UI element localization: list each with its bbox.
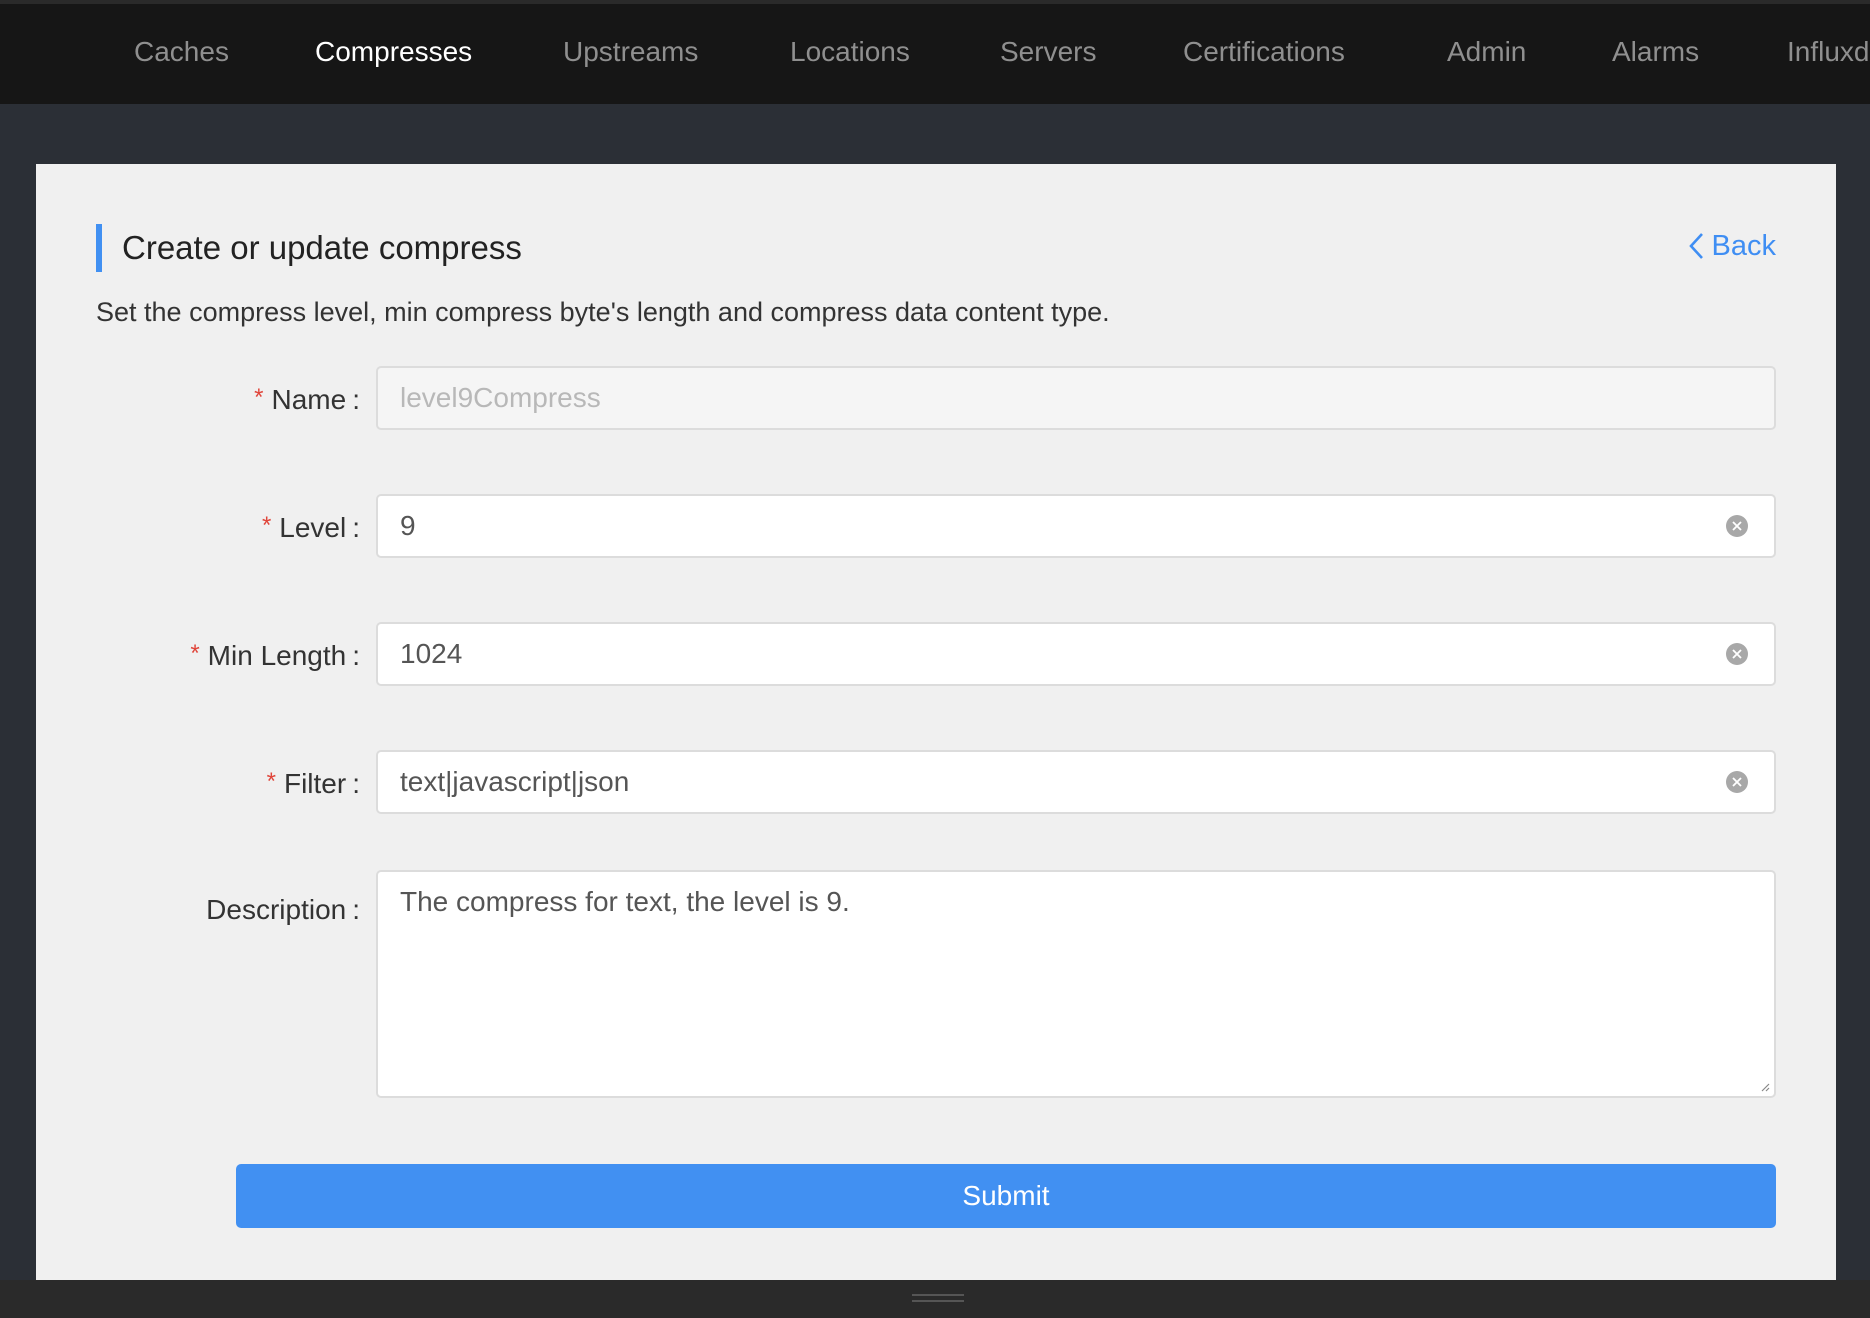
required-mark: *	[254, 384, 264, 411]
nav-item-certifications[interactable]: Certifications	[1183, 34, 1345, 70]
name-field[interactable]	[376, 366, 1776, 430]
name-input[interactable]	[378, 368, 1700, 428]
description-label: Description:	[206, 890, 360, 930]
level-label-text: Level	[279, 512, 347, 543]
description-label-text: Description	[206, 894, 347, 925]
submit-button[interactable]: Submit	[236, 1164, 1776, 1228]
description-textarea[interactable]: The compress for text, the level is 9.	[378, 872, 1782, 1092]
level-field[interactable]	[376, 494, 1776, 558]
title-accent-bar	[96, 224, 102, 272]
filter-label-text: Filter	[283, 768, 347, 799]
nav-item-alarms[interactable]: Alarms	[1612, 34, 1699, 70]
level-label: * Level:	[262, 506, 360, 548]
page-title: Create or update compress	[122, 229, 522, 266]
page-description: Set the compress level, min compress byt…	[96, 297, 1110, 327]
min-length-clear-icon[interactable]	[1726, 643, 1748, 665]
drag-handle-icon[interactable]	[912, 1294, 964, 1304]
label-colon: :	[352, 768, 360, 799]
nav-item-influxd[interactable]: Influxd	[1787, 34, 1870, 70]
bottom-bar	[0, 1280, 1870, 1318]
nav-item-upstreams[interactable]: Upstreams	[563, 34, 698, 70]
min-length-label-text: Min Length	[207, 640, 347, 671]
nav-item-compresses[interactable]: Compresses	[315, 34, 472, 70]
min-length-field[interactable]	[376, 622, 1776, 686]
nav-item-locations[interactable]: Locations	[790, 34, 910, 70]
back-link[interactable]: Back	[1688, 226, 1776, 266]
name-label: * Name:	[254, 378, 360, 420]
min-length-input[interactable]	[378, 624, 1700, 684]
label-colon: :	[352, 640, 360, 671]
required-mark: *	[190, 640, 200, 667]
filter-input[interactable]	[378, 752, 1700, 812]
description-field[interactable]: The compress for text, the level is 9.	[376, 870, 1782, 1098]
name-label-text: Name	[271, 384, 347, 415]
form-card: Create or update compress Back Set the c…	[36, 164, 1836, 1280]
label-colon: :	[352, 512, 360, 543]
nav-item-caches[interactable]: Caches	[134, 34, 229, 70]
back-label: Back	[1711, 230, 1776, 262]
required-mark: *	[261, 512, 272, 539]
level-input[interactable]	[378, 496, 1700, 556]
min-length-label: * Min Length:	[190, 634, 360, 676]
label-colon: :	[352, 894, 360, 925]
top-navigation-bar: Caches Compresses Upstreams Locations Se…	[0, 0, 1870, 104]
label-colon: :	[352, 384, 360, 415]
filter-label: * Filter:	[267, 762, 360, 804]
chevron-left-icon	[1688, 233, 1703, 259]
resize-handle-icon[interactable]	[1760, 1082, 1770, 1092]
level-clear-icon[interactable]	[1726, 515, 1748, 537]
nav-item-servers[interactable]: Servers	[1000, 34, 1096, 70]
required-mark: *	[266, 768, 276, 795]
filter-clear-icon[interactable]	[1726, 771, 1748, 793]
filter-field[interactable]	[376, 750, 1776, 814]
nav-item-admin[interactable]: Admin	[1447, 34, 1526, 70]
